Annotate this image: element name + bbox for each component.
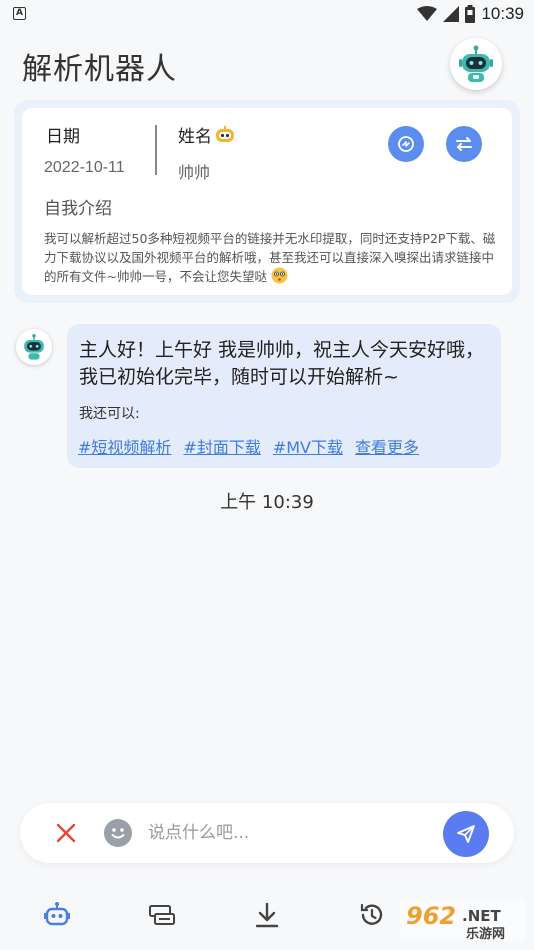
emoji-button[interactable]: [104, 819, 132, 847]
svg-text:.NET: .NET: [462, 907, 501, 925]
download-icon: [255, 902, 279, 928]
robot-icon: [24, 334, 44, 360]
chat-bubble: 主人好！上午好 我是帅帅，祝主人今天安好哦，我已初始化完毕，随时可以开始解析~ …: [67, 324, 501, 468]
swap-button[interactable]: [446, 126, 482, 162]
status-time: 10:39: [481, 4, 524, 23]
intro-text-body: 我可以解析超过50多种短视频平台的链接并无水印提取，同时还支持P2P下载、磁力下…: [44, 231, 496, 284]
nav-history[interactable]: [357, 900, 387, 930]
status-icons: 10:39: [417, 3, 524, 25]
link-cover-download[interactable]: #封面下载: [183, 434, 260, 458]
name-label-row: 姓名: [178, 122, 236, 147]
intro-label: 自我介绍: [44, 199, 112, 219]
robot-face-emoji: [216, 125, 234, 142]
page-title: 解析机器人: [22, 52, 177, 87]
profile-card-inner: 日期 2022-10-11 姓名 帅帅 自我介绍 我可以解析超过50多种短视频平…: [22, 108, 512, 295]
link-mv-download[interactable]: #MV下载: [273, 434, 343, 458]
date-label: 日期: [46, 127, 80, 147]
watermark-logo: 962 .NET 乐游网: [400, 899, 526, 942]
link-see-more[interactable]: 查看更多: [355, 434, 419, 458]
smile-icon: [111, 828, 125, 839]
close-icon[interactable]: [54, 821, 78, 845]
robot-icon: [459, 45, 493, 82]
nav-parse[interactable]: [147, 900, 177, 930]
wifi-icon: [417, 6, 438, 21]
swap-icon: [456, 137, 472, 151]
watermark: 962 .NET 乐游网: [398, 897, 528, 943]
send-icon: [457, 825, 475, 843]
flushed-face-emoji: [271, 267, 288, 284]
refresh-button[interactable]: [388, 126, 424, 162]
notification-a-icon: A: [13, 7, 26, 20]
battery-icon: [465, 5, 476, 23]
refresh-icon: [398, 136, 414, 152]
chat-message: 主人好！上午好 我是帅帅，祝主人今天安好哦，我已初始化完毕，随时可以开始解析~: [79, 339, 485, 388]
name-value: 帅帅: [178, 163, 211, 182]
svg-text:962: 962: [406, 902, 456, 930]
chat-timestamp: 上午 10:39: [220, 492, 314, 513]
chat-sub-label: 我还可以:: [79, 406, 140, 422]
avatar[interactable]: [450, 38, 502, 90]
signal-icon: [443, 6, 460, 22]
intro-text: 我可以解析超过50多种短视频平台的链接并无水印提取，同时还支持P2P下载、磁力下…: [44, 229, 504, 286]
bot-avatar[interactable]: [16, 329, 52, 365]
name-label: 姓名: [178, 127, 212, 147]
message-input[interactable]: [148, 818, 428, 848]
send-button[interactable]: [443, 811, 489, 857]
input-bar: [20, 803, 514, 863]
chat-links: #短视频解析 #封面下载 #MV下载 查看更多: [78, 434, 419, 458]
status-bar: A 10:39: [0, 0, 534, 28]
profile-card: 日期 2022-10-11 姓名 帅帅 自我介绍 我可以解析超过50多种短视频平…: [14, 100, 520, 303]
divider: [155, 125, 157, 175]
nav-robot[interactable]: [42, 900, 72, 930]
history-icon: [360, 903, 383, 925]
link-short-video-parse[interactable]: #短视频解析: [78, 434, 171, 458]
date-value: 2022-10-11: [44, 159, 125, 176]
svg-text:乐游网: 乐游网: [466, 926, 505, 942]
robot-icon: [44, 902, 70, 926]
nav-download[interactable]: [252, 900, 282, 930]
parse-card-icon: [149, 905, 175, 925]
